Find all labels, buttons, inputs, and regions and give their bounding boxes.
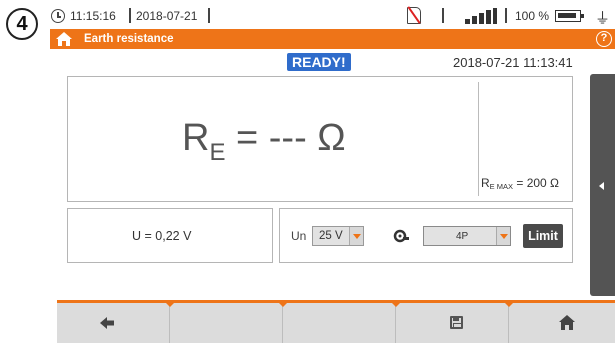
softkey-divider-marker: [165, 302, 175, 307]
bottom-navigation: [57, 300, 615, 343]
earth-resistance-result: RE = --- Ω: [182, 117, 346, 166]
panel-divider: [478, 82, 479, 196]
status-date: 2018-07-21: [136, 9, 198, 23]
test-voltage-value: 25 V: [319, 230, 343, 242]
settings-panel: Un 25 V 4P Limit: [279, 208, 573, 263]
result-value: = --- Ω: [225, 117, 346, 159]
side-panel-tab[interactable]: [590, 74, 615, 296]
status-bar: 11:15:16 2018-07-21 100 % ⏚: [50, 6, 615, 28]
clock-icon: [51, 9, 65, 23]
page-title: Earth resistance: [84, 33, 174, 45]
un-label: Un: [291, 229, 307, 243]
home-button[interactable]: [509, 303, 615, 343]
chevron-down-icon[interactable]: [496, 227, 510, 245]
back-arrow-icon: [100, 317, 114, 329]
save-button[interactable]: [396, 303, 509, 343]
limit-value: = 200 Ω: [513, 176, 560, 190]
status-separator: [129, 8, 131, 23]
status-separator: [442, 8, 444, 23]
home-icon[interactable]: [56, 32, 72, 46]
help-icon[interactable]: ?: [596, 31, 612, 47]
result-symbol: R: [182, 117, 210, 159]
limit-subscript: E MAX: [489, 182, 514, 191]
limit-button[interactable]: Limit: [523, 224, 563, 248]
back-button[interactable]: [57, 303, 170, 343]
title-bar: Earth resistance ?: [50, 29, 615, 49]
battery-icon: [555, 10, 584, 22]
limit-symbol: R: [481, 176, 490, 190]
empty-softkey[interactable]: [283, 303, 396, 343]
softkey-divider-marker: [278, 302, 288, 307]
empty-softkey[interactable]: [170, 303, 283, 343]
result-panel: RE = --- Ω RE MAX = 200 Ω: [67, 76, 573, 202]
interference-voltage: U = 0,22 V: [132, 229, 192, 243]
save-icon: [450, 316, 463, 329]
signal-strength-icon: [465, 8, 497, 24]
status-time: 11:15:16: [70, 9, 116, 23]
clamp-icon: [393, 229, 409, 243]
resistance-limit: RE MAX = 200 Ω: [481, 176, 560, 191]
status-separator: [505, 8, 507, 23]
softkey-divider-marker: [504, 302, 514, 307]
result-subscript: E: [209, 139, 226, 166]
softkey-divider-marker: [391, 302, 401, 307]
battery-percent: 100 %: [515, 9, 550, 23]
step-number-badge: 4: [6, 8, 38, 40]
home-icon: [559, 315, 575, 330]
test-voltage-dropdown[interactable]: 25 V: [312, 226, 364, 246]
measurement-datetime: 2018-07-21 11:13:41: [453, 55, 573, 70]
plug-icon: ⏚: [595, 10, 611, 27]
measurement-method-dropdown[interactable]: 4P: [423, 226, 511, 246]
chevron-left-icon: [599, 182, 604, 190]
chevron-down-icon[interactable]: [349, 227, 363, 245]
voltage-panel: U = 0,22 V: [67, 208, 273, 263]
ready-status-badge: READY!: [287, 53, 351, 71]
measurement-method-value: 4P: [456, 231, 469, 242]
status-separator: [208, 8, 210, 23]
no-sd-card-icon: [407, 7, 421, 24]
